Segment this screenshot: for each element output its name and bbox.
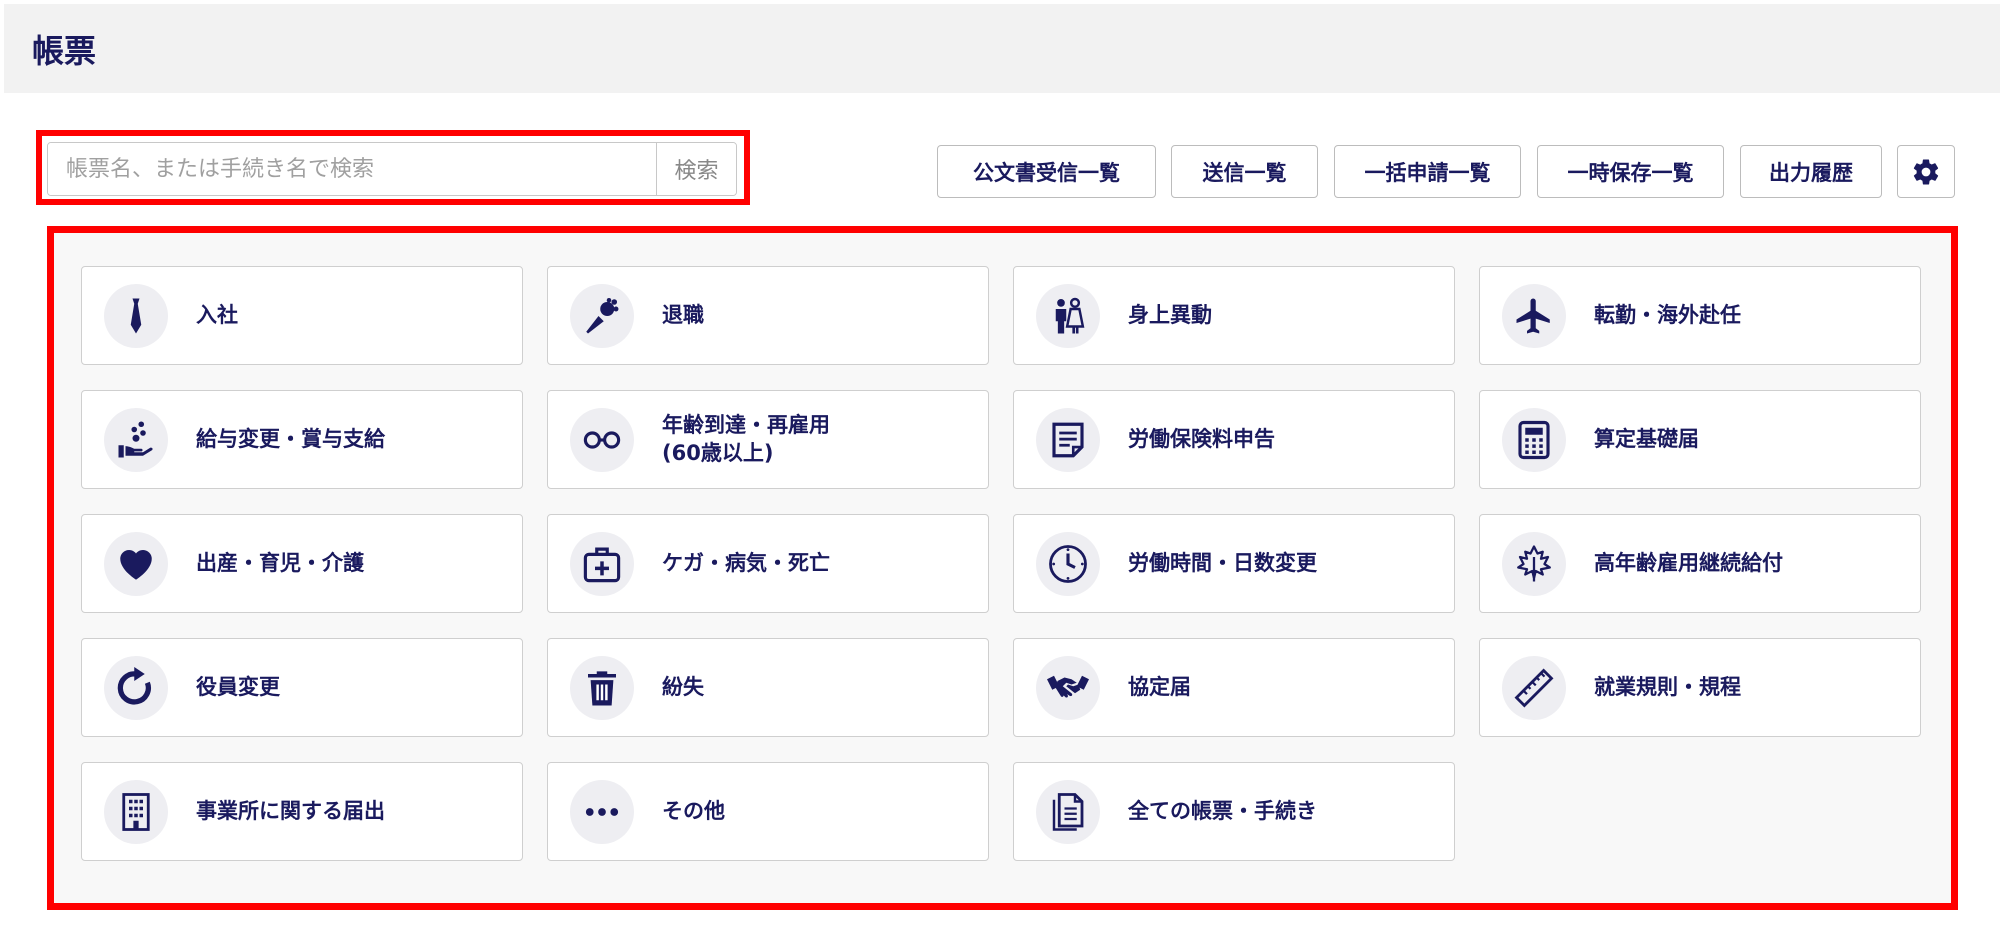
tile-label: 出産・育児・介護 (196, 550, 364, 575)
search-box: 検索 (47, 142, 737, 196)
tile-label: 役員変更 (196, 674, 280, 699)
tile-label: 給与変更・賞与支給 (196, 426, 385, 451)
tile-personal-change[interactable]: 身上異動 (1013, 266, 1455, 365)
output-history-button[interactable]: 出力履歴 (1740, 145, 1882, 198)
tile-work-rules[interactable]: 就業規則・規程 (1479, 638, 1921, 737)
tile-label: 退職 (662, 302, 704, 327)
tile-injury-illness-death[interactable]: ケガ・病気・死亡 (547, 514, 989, 613)
tile-label: 紛失 (662, 674, 704, 699)
first-aid-icon (583, 547, 621, 583)
trash-icon (588, 671, 616, 706)
tile-label: 就業規則・規程 (1594, 674, 1741, 699)
page-header: 帳票 (4, 4, 2000, 93)
received-documents-button[interactable]: 公文書受信一覧 (937, 145, 1156, 198)
search-button[interactable]: 検索 (656, 143, 736, 195)
documents-icon (1052, 793, 1084, 831)
tile-label: 算定基礎届 (1594, 426, 1699, 451)
tile-joining[interactable]: 入社 (81, 266, 523, 365)
tile-loss[interactable]: 紛失 (547, 638, 989, 737)
airplane-icon (1516, 298, 1550, 334)
page-title: 帳票 (32, 32, 97, 70)
tile-labor-insurance[interactable]: 労働保険料申告 (1013, 390, 1455, 489)
tile-age-reemployment[interactable]: 年齢到達・再雇用 (60歳以上) (547, 390, 989, 489)
tile-transfer-overseas[interactable]: 転勤・海外赴任 (1479, 266, 1921, 365)
tile-childbirth-care[interactable]: 出産・育児・介護 (81, 514, 523, 613)
search-input[interactable] (48, 143, 656, 195)
tile-salary-bonus[interactable]: 給与変更・賞与支給 (81, 390, 523, 489)
tile-label: 身上異動 (1128, 302, 1212, 327)
settings-button[interactable] (1897, 145, 1955, 198)
tile-retirement[interactable]: 退職 (547, 266, 989, 365)
refresh-icon (117, 667, 151, 705)
bulk-application-list-button[interactable]: 一括申請一覧 (1334, 145, 1521, 198)
ellipsis-icon (585, 808, 619, 816)
tile-label: その他 (662, 798, 725, 823)
gear-icon (1913, 159, 1939, 185)
handshake-icon (1047, 675, 1089, 698)
glasses-icon (583, 431, 621, 449)
tile-label: 入社 (196, 302, 238, 327)
tile-elderly-employment-benefit[interactable]: 高年齢雇用継続給付 (1479, 514, 1921, 613)
tile-base-calculation[interactable]: 算定基礎届 (1479, 390, 1921, 489)
tile-agreement[interactable]: 協定届 (1013, 638, 1455, 737)
tile-office-notification[interactable]: 事業所に関する届出 (81, 762, 523, 861)
hand-coins-icon (118, 421, 153, 458)
tile-label: 労働時間・日数変更 (1128, 550, 1317, 575)
couple-icon (1055, 297, 1085, 334)
tile-label: 事業所に関する届出 (196, 798, 385, 823)
sent-list-button[interactable]: 送信一覧 (1171, 145, 1318, 198)
tile-label: 年齢到達・再雇用 (60歳以上) (662, 413, 830, 465)
calculator-icon (1518, 420, 1550, 460)
heart-icon (120, 550, 152, 580)
tile-label: 労働保険料申告 (1128, 426, 1275, 451)
tile-label: ケガ・病気・死亡 (662, 550, 830, 575)
clock-icon (1049, 545, 1087, 583)
maple-leaf-icon (1517, 545, 1551, 582)
tile-label: 転勤・海外赴任 (1594, 302, 1741, 327)
tile-officer-change[interactable]: 役員変更 (81, 638, 523, 737)
tile-label: 全ての帳票・手続き (1128, 798, 1317, 823)
ruler-icon (1514, 668, 1554, 708)
tile-others[interactable]: その他 (547, 762, 989, 861)
necktie-icon (130, 298, 142, 334)
tile-label: 高年齢雇用継続給付 (1594, 550, 1783, 575)
tile-label: 協定届 (1128, 674, 1191, 699)
tile-all-forms[interactable]: 全ての帳票・手続き (1013, 762, 1455, 861)
document-icon (1052, 422, 1084, 458)
building-icon (122, 793, 150, 831)
tile-working-hours-change[interactable]: 労働時間・日数変更 (1013, 514, 1455, 613)
bouquet-icon (586, 297, 619, 334)
temp-saved-list-button[interactable]: 一時保存一覧 (1537, 145, 1724, 198)
